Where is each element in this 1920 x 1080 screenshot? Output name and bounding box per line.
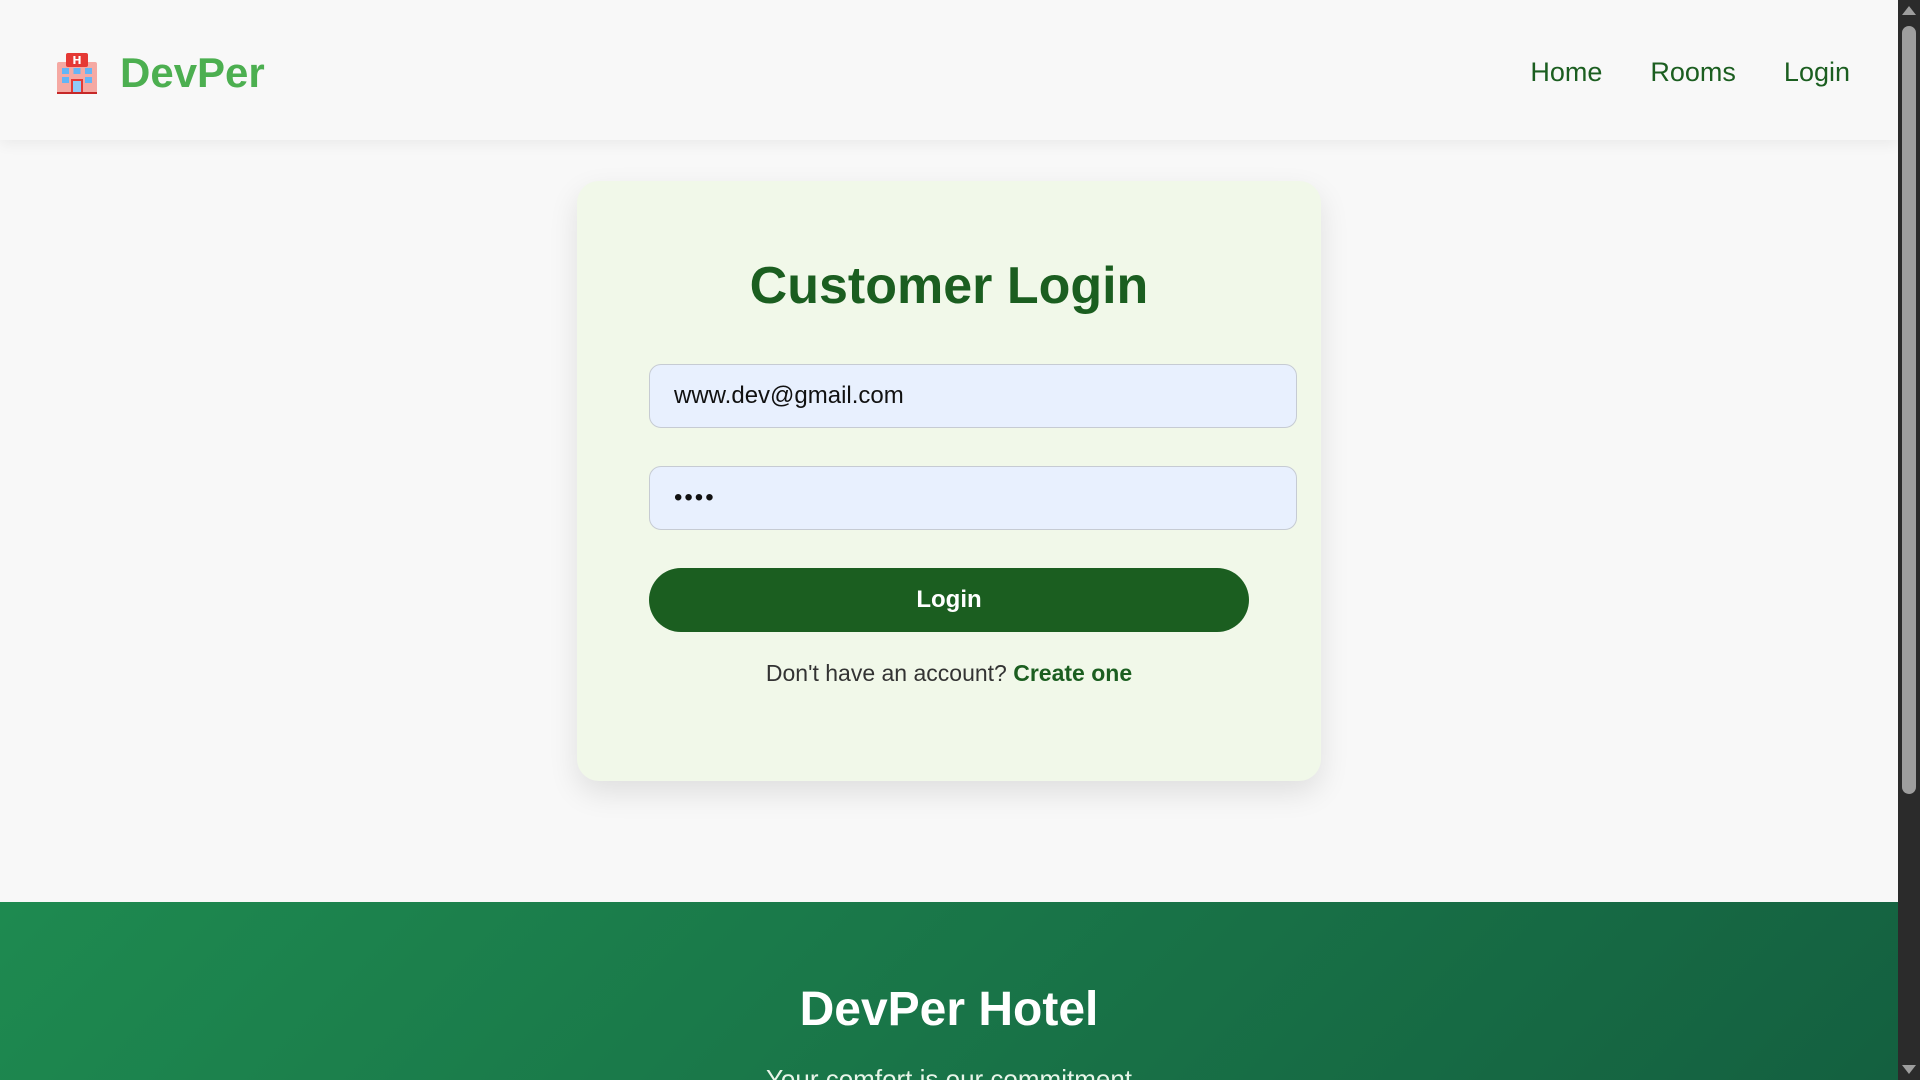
main-nav: Home Rooms Login: [1530, 50, 1850, 94]
footer-title: DevPer Hotel: [799, 983, 1099, 1036]
scroll-thumb[interactable]: [1902, 26, 1916, 794]
signup-prompt: Don't have an account? Create one: [0, 656, 1898, 690]
site-header: H DevPer Home Rooms Login: [0, 0, 1898, 140]
hotel-icon: H: [57, 53, 97, 94]
site-footer: DevPer Hotel Your comfort is our commitm…: [0, 902, 1898, 1080]
signup-prompt-text: Don't have an account?: [765, 660, 1007, 686]
nav-login-link[interactable]: Login: [1784, 50, 1850, 94]
vertical-scrollbar[interactable]: [1898, 0, 1920, 1080]
svg-text:H: H: [72, 54, 81, 67]
browser-viewport: H DevPer Home Rooms Login Customer Login…: [0, 0, 1920, 1080]
page: H DevPer Home Rooms Login Customer Login…: [0, 0, 1898, 1080]
login-button[interactable]: Login: [649, 568, 1249, 632]
footer-tagline: Your comfort is our commitment: [765, 1064, 1133, 1080]
email-input[interactable]: [649, 364, 1297, 428]
create-account-link[interactable]: Create one: [1013, 660, 1132, 686]
scroll-down-arrow-icon[interactable]: [1902, 1065, 1916, 1074]
nav-home-link[interactable]: Home: [1530, 50, 1602, 94]
nav-rooms-link[interactable]: Rooms: [1650, 50, 1736, 94]
brand-name: DevPer: [120, 49, 265, 96]
password-input[interactable]: [649, 466, 1297, 530]
scroll-up-arrow-icon[interactable]: [1902, 6, 1916, 15]
brand-link[interactable]: H DevPer: [54, 44, 265, 102]
login-title: Customer Login: [749, 257, 1149, 315]
